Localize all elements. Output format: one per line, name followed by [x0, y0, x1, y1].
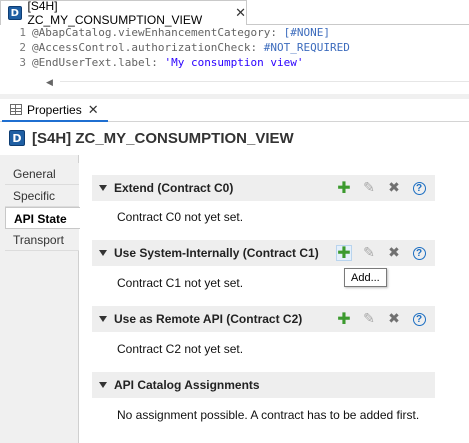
remove-button[interactable]: ✖ [386, 245, 402, 261]
delete-x-icon: ✖ [388, 180, 400, 196]
annotation-text: @AccessControl.authorizationCheck: [32, 41, 264, 54]
expand-twisty-icon[interactable] [99, 185, 107, 191]
add-tooltip: Add... [344, 268, 387, 287]
section-text: Contract C0 not yet set. [117, 210, 244, 224]
side-tab-list: General Specific API State Transport [0, 155, 80, 443]
annotation-value: 'My consumption view' [164, 56, 304, 69]
line-number: 3 [19, 56, 26, 69]
edit-button[interactable]: ✎ [361, 245, 377, 261]
editor-tab-title: [S4H] ZC_MY_CONSUMPTION_VIEW [27, 0, 203, 27]
section-toolbar: ✚ ✎ ✖ ? [336, 311, 427, 327]
add-button[interactable]: ✚ [336, 180, 352, 196]
line-number: 2 [19, 41, 26, 54]
section-title: API Catalog Assignments [114, 378, 260, 392]
editor-tab[interactable]: D [S4H] ZC_MY_CONSUMPTION_VIEW ✕ [0, 0, 247, 27]
section-title: Use System-Internally (Contract C1) [114, 246, 319, 260]
plus-icon: ✚ [337, 178, 351, 197]
scroll-left-icon[interactable]: ◀ [46, 77, 53, 88]
side-tab-specific[interactable]: Specific [5, 185, 79, 207]
plus-icon: ✚ [337, 243, 351, 262]
plus-icon: ✚ [337, 309, 351, 328]
help-button[interactable]: ? [411, 311, 427, 327]
section-text: Contract C1 not yet set. [117, 276, 244, 290]
properties-tab-label: Properties [27, 102, 82, 117]
pencil-icon: ✎ [363, 245, 375, 261]
annotation-value: [#NONE] [283, 26, 331, 39]
expand-twisty-icon[interactable] [99, 316, 107, 322]
side-tab-api-state[interactable]: API State [5, 207, 80, 229]
section-header-use-as-remote-api[interactable]: Use as Remote API (Contract C2) ✚ ✎ ✖ ? [92, 306, 435, 332]
add-button[interactable]: ✚ [336, 311, 352, 327]
section-text: Contract C2 not yet set. [117, 342, 244, 356]
code-line[interactable]: 2 @AccessControl.authorizationCheck: #NO… [0, 40, 469, 55]
properties-tab-close-icon[interactable]: ✕ [88, 102, 99, 118]
ddl-source-icon: D [8, 6, 22, 20]
code-line[interactable]: 1 @AbapCatalog.viewEnhancementCategory: … [0, 25, 469, 40]
properties-grid-icon [10, 104, 22, 115]
help-icon: ? [412, 312, 426, 326]
delete-x-icon: ✖ [388, 311, 400, 327]
horizontal-scrollbar[interactable]: ◀ [0, 75, 469, 92]
section-title: Extend (Contract C0) [114, 181, 234, 195]
properties-header: D [S4H] ZC_MY_CONSUMPTION_VIEW [0, 122, 469, 154]
annotation-text: @EndUserText.label: [32, 56, 165, 69]
expand-twisty-icon[interactable] [99, 382, 107, 388]
side-tab-general[interactable]: General [5, 163, 79, 185]
remove-button[interactable]: ✖ [386, 180, 402, 196]
section-text: No assignment possible. A contract has t… [117, 408, 420, 422]
side-tab-transport[interactable]: Transport [5, 229, 79, 251]
properties-tab[interactable]: Properties ✕ [2, 99, 108, 122]
pencil-icon: ✎ [363, 180, 375, 196]
section-header-extend[interactable]: Extend (Contract C0) ✚ ✎ ✖ ? [92, 175, 435, 201]
section-toolbar: ✚ ✎ ✖ ? [336, 245, 427, 261]
code-line[interactable]: 3 @EndUserText.label: 'My consumption vi… [0, 55, 469, 70]
code-editor[interactable]: 1 @AbapCatalog.viewEnhancementCategory: … [0, 25, 469, 73]
annotation-value: #NOT_REQUIRED [263, 41, 350, 54]
section-title: Use as Remote API (Contract C2) [114, 312, 303, 326]
properties-title: [S4H] ZC_MY_CONSUMPTION_VIEW [32, 129, 294, 147]
help-icon: ? [412, 246, 426, 260]
help-button[interactable]: ? [411, 245, 427, 261]
edit-button[interactable]: ✎ [361, 311, 377, 327]
properties-tabbar: Properties ✕ [0, 99, 469, 122]
expand-twisty-icon[interactable] [99, 250, 107, 256]
section-header-use-system-internally[interactable]: Use System-Internally (Contract C1) ✚ ✎ … [92, 240, 435, 266]
editor-tab-close-icon[interactable]: ✕ [235, 5, 246, 21]
pencil-icon: ✎ [363, 311, 375, 327]
annotation-text: @AbapCatalog.viewEnhancementCategory: [32, 26, 284, 39]
section-header-api-catalog-assignments[interactable]: API Catalog Assignments [92, 372, 435, 398]
help-button[interactable]: ? [411, 180, 427, 196]
remove-button[interactable]: ✖ [386, 311, 402, 327]
help-icon: ? [412, 181, 426, 195]
section-toolbar: ✚ ✎ ✖ ? [336, 180, 427, 196]
scroll-track[interactable] [60, 81, 469, 82]
add-button[interactable]: ✚ [336, 245, 352, 261]
edit-button[interactable]: ✎ [361, 180, 377, 196]
ddl-source-icon: D [9, 130, 25, 146]
line-number: 1 [19, 26, 26, 39]
delete-x-icon: ✖ [388, 245, 400, 261]
